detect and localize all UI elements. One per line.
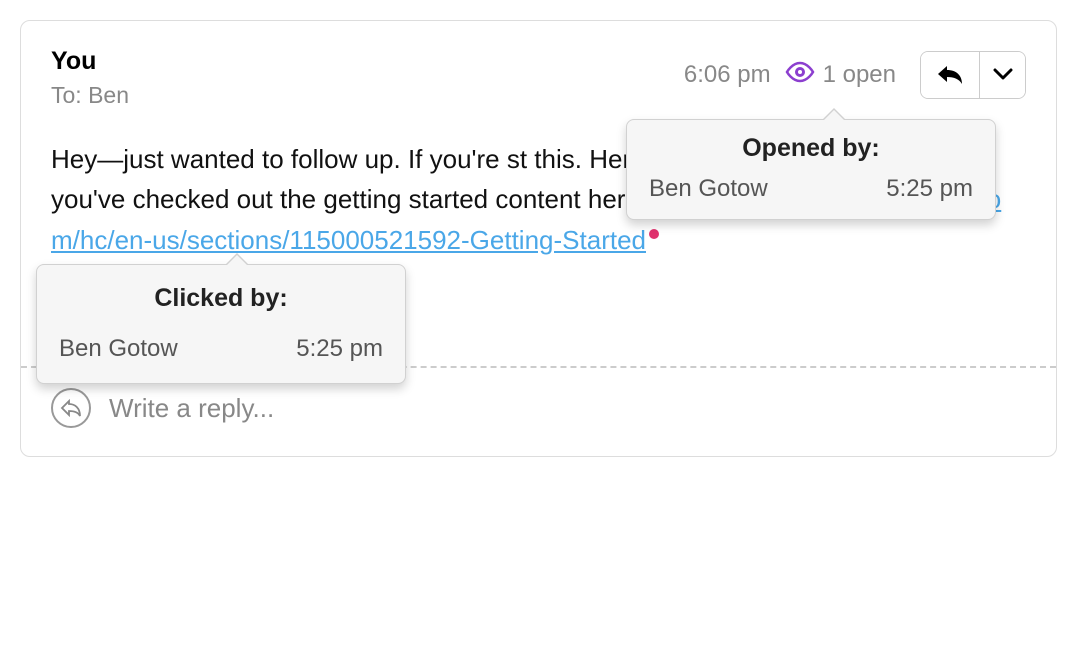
reply-button[interactable] (921, 52, 979, 98)
clicked-by-popover: Clicked by: Ben Gotow 5:25 pm (36, 264, 406, 384)
email-header: You To: Ben 6:06 pm 1 open (21, 21, 1056, 119)
header-meta: 6:06 pm 1 open (684, 47, 1026, 99)
clicked-by-row: Ben Gotow 5:25 pm (59, 330, 383, 367)
opened-by-row: Ben Gotow 5:25 pm (649, 175, 973, 203)
send-time: 6:06 pm (684, 61, 771, 89)
reply-icon (936, 63, 964, 88)
reply-input[interactable] (107, 392, 1026, 425)
open-count-label: 1 open (823, 61, 896, 89)
clicked-by-name: Ben Gotow (59, 330, 178, 367)
sender-name: You (51, 47, 684, 76)
compose-reply-icon[interactable] (51, 388, 91, 428)
action-button-group (920, 51, 1026, 99)
more-actions-button[interactable] (979, 52, 1025, 98)
clicked-by-time: 5:25 pm (296, 330, 383, 367)
clicked-by-title: Clicked by: (59, 279, 383, 318)
opened-by-popover: Opened by: Ben Gotow 5:25 pm (626, 119, 996, 220)
opened-by-time: 5:25 pm (886, 175, 973, 203)
sender-block: You To: Ben (51, 47, 684, 109)
chevron-down-icon (993, 67, 1013, 84)
opened-by-title: Opened by: (649, 134, 973, 163)
open-tracking-indicator[interactable]: 1 open (785, 61, 896, 90)
link-tracker-dot-icon[interactable] (649, 229, 659, 239)
email-card: You To: Ben 6:06 pm 1 open (20, 20, 1057, 457)
eye-icon (785, 61, 815, 90)
opened-by-name: Ben Gotow (649, 175, 768, 203)
recipient-line: To: Ben (51, 82, 684, 109)
